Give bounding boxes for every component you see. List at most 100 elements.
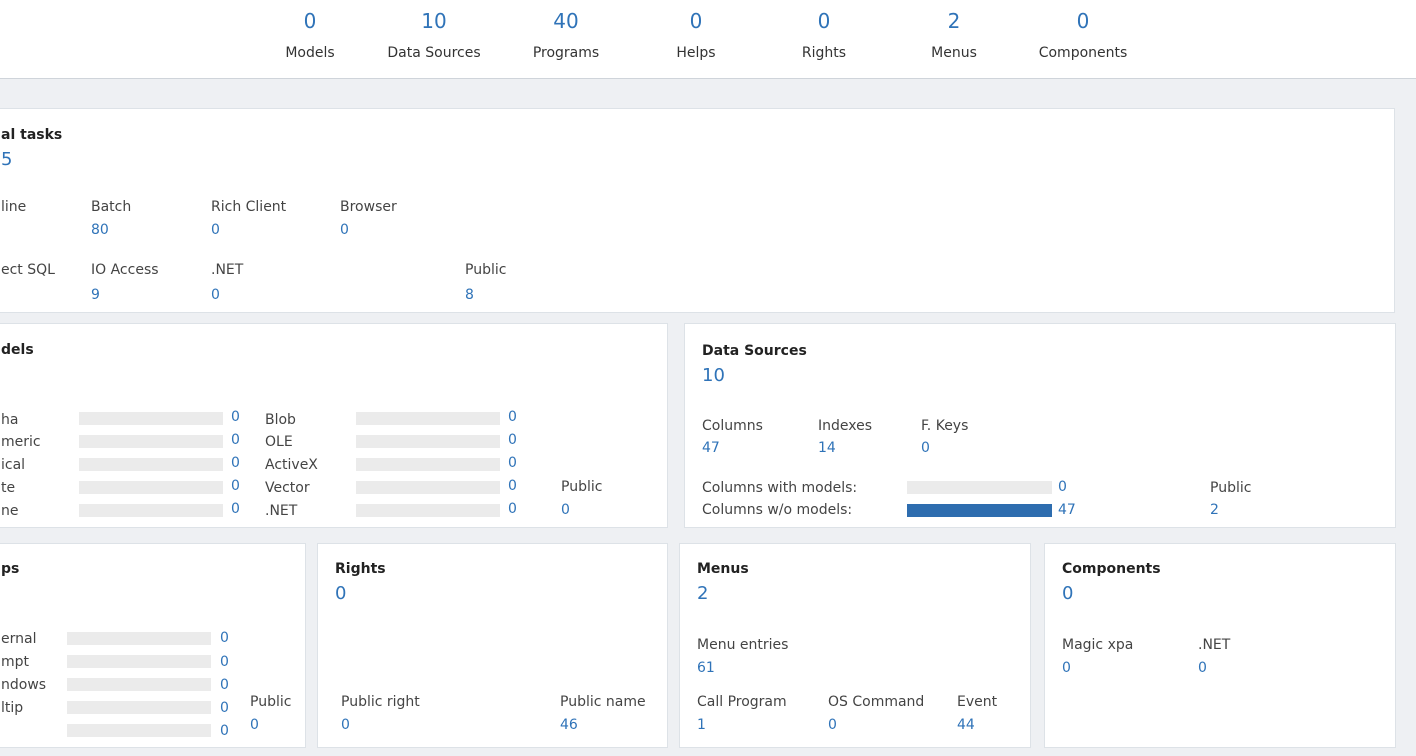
components-net-label: .NET bbox=[1198, 637, 1231, 653]
batch-label: Batch bbox=[91, 199, 132, 215]
model-row-label: ActiveX bbox=[265, 457, 318, 473]
net-label: .NET bbox=[211, 262, 244, 278]
model-row-value[interactable]: 0 bbox=[508, 478, 517, 494]
columns-without-models-bar bbox=[907, 504, 1052, 517]
model-row-label: .NET bbox=[265, 503, 298, 519]
model-row-label: Vector bbox=[265, 480, 310, 496]
help-row-value[interactable]: 0 bbox=[220, 630, 229, 646]
rich-client-label: Rich Client bbox=[211, 199, 287, 215]
datasources-card: Data Sources 10 Columns 47 Indexes 14 F.… bbox=[684, 323, 1396, 528]
model-row-bar bbox=[356, 412, 500, 425]
model-row-label: ical bbox=[1, 457, 26, 473]
model-row-bar bbox=[79, 412, 223, 425]
indexes-value[interactable]: 14 bbox=[818, 440, 836, 456]
rights-title: Rights bbox=[335, 561, 386, 577]
model-row-bar bbox=[356, 458, 500, 471]
datasources-public-label: Public bbox=[1210, 480, 1252, 496]
call-program-value[interactable]: 1 bbox=[697, 717, 706, 733]
model-row-label: Blob bbox=[265, 412, 296, 428]
model-row-value[interactable]: 0 bbox=[508, 455, 517, 471]
model-row-value[interactable]: 0 bbox=[508, 501, 517, 517]
magic-xpa-value[interactable]: 0 bbox=[1062, 660, 1071, 676]
model-row-value[interactable]: 0 bbox=[231, 501, 240, 517]
indexes-label: Indexes bbox=[818, 418, 873, 434]
columns-with-models-value[interactable]: 0 bbox=[1058, 479, 1067, 495]
model-row-value[interactable]: 0 bbox=[231, 455, 240, 471]
event-label: Event bbox=[957, 694, 998, 710]
stat-programs-label[interactable]: Programs bbox=[533, 44, 599, 62]
components-card: Components 0 Magic xpa 0 .NET 0 bbox=[1044, 543, 1396, 748]
browser-value[interactable]: 0 bbox=[340, 222, 349, 238]
help-row-value[interactable]: 0 bbox=[220, 700, 229, 716]
model-row-value[interactable]: 0 bbox=[231, 409, 240, 425]
model-row-value[interactable]: 0 bbox=[231, 478, 240, 494]
help-row-value[interactable]: 0 bbox=[220, 677, 229, 693]
model-row-bar bbox=[356, 504, 500, 517]
components-title: Components bbox=[1062, 561, 1161, 577]
stat-components-value[interactable]: 0 bbox=[1077, 10, 1090, 32]
help-row-value[interactable]: 0 bbox=[220, 723, 229, 739]
help-row-bar bbox=[67, 724, 211, 737]
rich-client-value[interactable]: 0 bbox=[211, 222, 220, 238]
columns-without-models-label: Columns w/o models: bbox=[702, 502, 853, 518]
model-row-label: OLE bbox=[265, 434, 293, 450]
stat-components-label[interactable]: Components bbox=[1039, 44, 1128, 62]
columns-with-models-bar bbox=[907, 481, 1052, 494]
public-right-value[interactable]: 0 bbox=[341, 717, 350, 733]
components-net-value[interactable]: 0 bbox=[1198, 660, 1207, 676]
components-total[interactable]: 0 bbox=[1062, 583, 1073, 604]
browser-label: Browser bbox=[340, 199, 397, 215]
os-command-value[interactable]: 0 bbox=[828, 717, 837, 733]
batch-value[interactable]: 80 bbox=[91, 222, 109, 238]
datasources-total[interactable]: 10 bbox=[702, 365, 725, 386]
stat-helps-label[interactable]: Helps bbox=[676, 44, 715, 62]
rights-total[interactable]: 0 bbox=[335, 583, 346, 604]
columns-value[interactable]: 47 bbox=[702, 440, 720, 456]
columns-with-models-label: Columns with models: bbox=[702, 480, 858, 496]
menus-card: Menus 2 Menu entries 61 Call Program 1 O… bbox=[679, 543, 1031, 748]
io-access-label: IO Access bbox=[91, 262, 159, 278]
helps-public-value[interactable]: 0 bbox=[250, 717, 259, 733]
help-row-bar bbox=[67, 701, 211, 714]
help-row-bar bbox=[67, 655, 211, 668]
io-access-value[interactable]: 9 bbox=[91, 287, 100, 303]
stat-menus-label[interactable]: Menus bbox=[931, 44, 977, 62]
model-row-value[interactable]: 0 bbox=[508, 432, 517, 448]
helps-public-label: Public bbox=[250, 694, 292, 710]
help-row-bar bbox=[67, 678, 211, 691]
stat-helps-value[interactable]: 0 bbox=[690, 10, 703, 32]
help-row-label: mpt bbox=[1, 654, 30, 670]
datasources-title: Data Sources bbox=[702, 343, 807, 359]
stat-rights-label[interactable]: Rights bbox=[802, 44, 846, 62]
model-row-value[interactable]: 0 bbox=[231, 432, 240, 448]
menus-total[interactable]: 2 bbox=[697, 583, 708, 604]
stat-models-label[interactable]: Models bbox=[285, 44, 334, 62]
stat-rights-value[interactable]: 0 bbox=[818, 10, 831, 32]
stat-programs-value[interactable]: 40 bbox=[553, 10, 578, 32]
menu-entries-value[interactable]: 61 bbox=[697, 660, 715, 676]
magic-xpa-label: Magic xpa bbox=[1062, 637, 1134, 653]
columns-without-models-value[interactable]: 47 bbox=[1058, 502, 1076, 518]
model-row-label: te bbox=[1, 480, 16, 496]
model-row-bar bbox=[79, 481, 223, 494]
stat-datasources-label[interactable]: Data Sources bbox=[387, 44, 480, 62]
model-row-label: meric bbox=[1, 434, 41, 450]
helps-card: ps ernal 0 mpt 0 ndows 0 ltip 0 0 Public… bbox=[0, 543, 306, 748]
stat-menus-value[interactable]: 2 bbox=[948, 10, 961, 32]
public-name-value[interactable]: 46 bbox=[560, 717, 578, 733]
event-value[interactable]: 44 bbox=[957, 717, 975, 733]
tasks-card: al tasks 5 line Batch 80 Rich Client 0 B… bbox=[0, 108, 1395, 313]
model-row-value[interactable]: 0 bbox=[508, 409, 517, 425]
tasks-total[interactable]: 5 bbox=[1, 149, 12, 170]
fkeys-value[interactable]: 0 bbox=[921, 440, 930, 456]
fkeys-label: F. Keys bbox=[921, 418, 969, 434]
stat-datasources-value[interactable]: 10 bbox=[421, 10, 446, 32]
net-value[interactable]: 0 bbox=[211, 287, 220, 303]
stat-models-value[interactable]: 0 bbox=[304, 10, 317, 32]
datasources-public-value[interactable]: 2 bbox=[1210, 502, 1219, 518]
public-value[interactable]: 8 bbox=[465, 287, 474, 303]
models-public-value[interactable]: 0 bbox=[561, 502, 570, 518]
model-row-bar bbox=[356, 481, 500, 494]
online-label: line bbox=[1, 199, 27, 215]
help-row-value[interactable]: 0 bbox=[220, 654, 229, 670]
